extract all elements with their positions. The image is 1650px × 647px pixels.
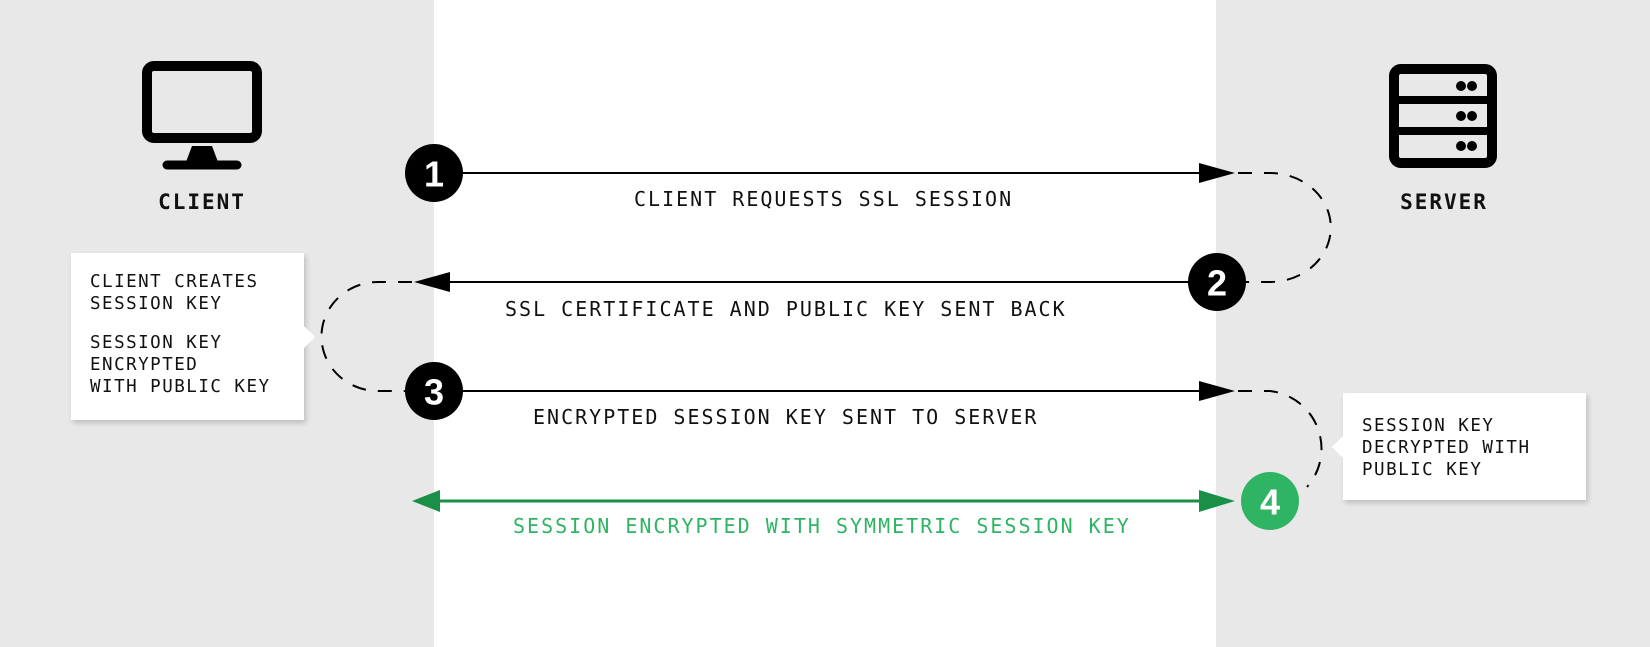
step-3-arrow xyxy=(434,381,1235,401)
client-label: CLIENT xyxy=(158,190,246,214)
step-4-arrow xyxy=(412,490,1235,512)
step-4-label: SESSION ENCRYPTED WITH SYMMETRIC SESSION… xyxy=(513,514,1131,538)
client-note-line: SESSION KEY xyxy=(90,294,223,314)
server-rack-icon xyxy=(1389,64,1497,168)
step-3-badge: 3 xyxy=(405,362,463,420)
step-1-arrow xyxy=(434,163,1235,183)
step-1-badge: 1 xyxy=(405,144,463,202)
client-note-callout: CLIENT CREATES SESSION KEY SESSION KEY E… xyxy=(71,253,315,420)
step-3-label: ENCRYPTED SESSION KEY SENT TO SERVER xyxy=(533,405,1039,429)
server-note-line: PUBLIC KEY xyxy=(1362,460,1483,480)
step-2-arrow xyxy=(414,272,1217,292)
step-4-number: 4 xyxy=(1260,482,1280,523)
client-note-paragraph-1: CLIENT CREATES SESSION KEY xyxy=(90,271,285,315)
step-2-label: SSL CERTIFICATE AND PUBLIC KEY SENT BACK xyxy=(505,297,1067,321)
server-note-paragraph-1: SESSION KEY DECRYPTED WITH PUBLIC KEY xyxy=(1362,415,1567,481)
step-1-label: CLIENT REQUESTS SSL SESSION xyxy=(634,187,1014,211)
step-2-badge: 2 xyxy=(1188,253,1246,311)
client-note-line: ENCRYPTED xyxy=(90,355,199,375)
server-note-line: DECRYPTED WITH xyxy=(1362,438,1531,458)
server-loop-1-2 xyxy=(1238,172,1332,283)
server-note-callout: SESSION KEY DECRYPTED WITH PUBLIC KEY xyxy=(1332,393,1586,500)
client-note-line: CLIENT CREATES xyxy=(90,272,259,292)
step-3-number: 3 xyxy=(424,372,444,413)
server-loop-3-4 xyxy=(1238,390,1323,488)
step-1-number: 1 xyxy=(424,154,444,195)
server-note-line: SESSION KEY xyxy=(1362,416,1495,436)
client-note-paragraph-2: SESSION KEY ENCRYPTED WITH PUBLIC KEY xyxy=(90,332,285,398)
desktop-monitor-icon xyxy=(142,61,262,170)
step-4-badge: 4 xyxy=(1241,472,1299,530)
step-2-number: 2 xyxy=(1207,263,1227,304)
client-note-line: SESSION KEY xyxy=(90,333,223,353)
server-label: SERVER xyxy=(1400,190,1488,214)
client-loop-2-3 xyxy=(320,281,412,392)
client-note-line: WITH PUBLIC KEY xyxy=(90,377,271,397)
